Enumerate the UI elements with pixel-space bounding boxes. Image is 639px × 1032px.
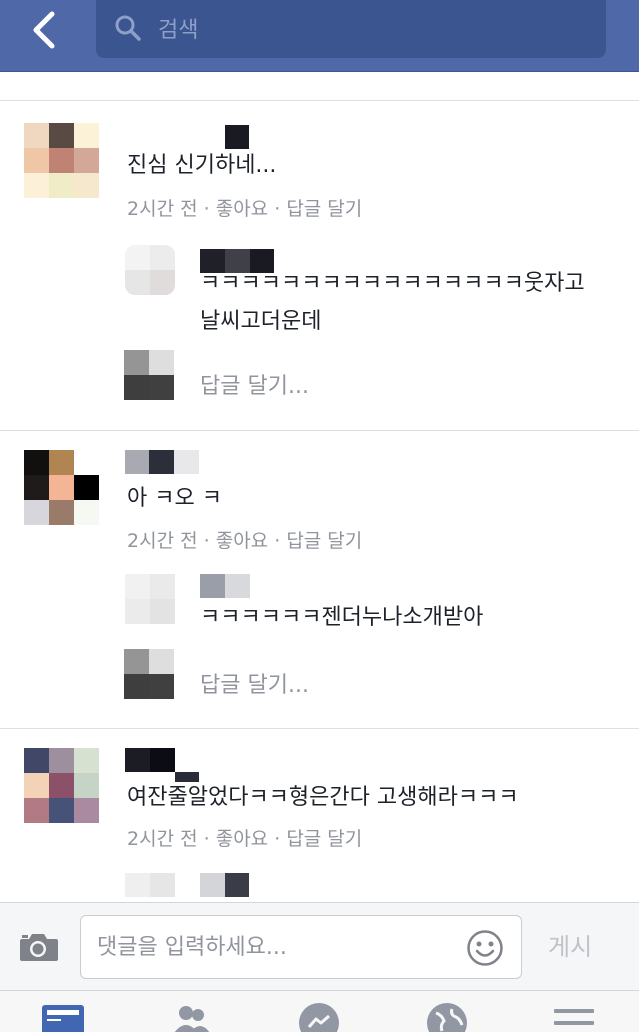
- divider: [0, 728, 639, 729]
- reply-author-blurred[interactable]: [200, 873, 249, 897]
- tab-news-feed[interactable]: [38, 1001, 88, 1032]
- comment-meta: 2시간 전 · 좋아요 · 답글 달기: [127, 824, 362, 851]
- author-name-blurred[interactable]: [127, 125, 249, 149]
- avatar[interactable]: [24, 123, 99, 198]
- tab-friends[interactable]: [166, 1001, 216, 1032]
- comment-meta: 2시간 전 · 좋아요 · 답글 달기: [127, 526, 362, 553]
- comment-text: 진심 신기하네...: [127, 153, 277, 178]
- meta-separator: ·: [274, 198, 287, 220]
- reply-avatar[interactable]: [125, 574, 175, 624]
- meta-separator: ·: [203, 198, 216, 220]
- comment-input[interactable]: [80, 915, 522, 979]
- my-avatar: [124, 350, 174, 400]
- meta-separator: ·: [203, 530, 216, 552]
- reply-link[interactable]: 답글 달기: [286, 198, 362, 220]
- comment-text: 아 ㅋ오 ㅋ: [127, 486, 222, 511]
- meta-separator: ·: [203, 828, 216, 850]
- reply-text: ㅋㅋㅋㅋㅋㅋ젠더누나소개받아: [200, 605, 484, 630]
- reply-text: ㅋㅋㅋㅋㅋㅋㅋㅋㅋㅋㅋㅋㅋㅋㅋㅋ웃자고: [200, 271, 585, 296]
- top-bar: 검색: [0, 0, 639, 72]
- messenger-icon: [299, 1003, 339, 1032]
- back-button[interactable]: [28, 8, 62, 52]
- tab-messenger[interactable]: [294, 1001, 344, 1032]
- comment-time: 2시간 전: [127, 530, 198, 552]
- globe-icon: [427, 1003, 467, 1032]
- camera-button[interactable]: [16, 929, 60, 965]
- avatar[interactable]: [24, 748, 99, 823]
- like-link[interactable]: 좋아요: [216, 828, 268, 850]
- reply-avatar[interactable]: [125, 873, 175, 897]
- reply-link[interactable]: 답글 달기: [286, 828, 362, 850]
- tab-bar: [0, 990, 639, 1032]
- divider: [0, 430, 639, 431]
- post-button[interactable]: 게시: [548, 927, 592, 962]
- menu-icon: [554, 1009, 594, 1025]
- like-link[interactable]: 좋아요: [216, 198, 268, 220]
- reply-author-blurred[interactable]: [200, 574, 250, 598]
- divider: [0, 100, 639, 101]
- reply-input[interactable]: 답글 달기...: [200, 368, 309, 400]
- comment-time: 2시간 전: [127, 828, 198, 850]
- search-icon: [115, 15, 141, 41]
- smiley-icon: [467, 930, 503, 966]
- author-name-blurred[interactable]: [125, 450, 199, 474]
- comment-meta: 2시간 전 · 좋아요 · 답글 달기: [127, 194, 362, 221]
- search-placeholder: 검색: [158, 18, 199, 43]
- meta-separator: ·: [274, 530, 287, 552]
- reply-link[interactable]: 답글 달기: [286, 530, 362, 552]
- reply-input[interactable]: 답글 달기...: [200, 667, 309, 699]
- camera-icon: [20, 934, 58, 961]
- reply-text: 날씨고더운데: [200, 309, 322, 334]
- like-link[interactable]: 좋아요: [216, 530, 268, 552]
- comment-text: 여잔줄알었다ㅋㅋ형은간다 고생해라ㅋㅋㅋ: [127, 785, 519, 810]
- author-name-blurred[interactable]: [125, 748, 199, 782]
- comment-composer: 게시: [0, 902, 639, 990]
- chevron-left-icon: [33, 11, 55, 49]
- reply-avatar[interactable]: [125, 245, 175, 295]
- news-feed-icon: [42, 1005, 84, 1032]
- meta-separator: ·: [274, 828, 287, 850]
- my-avatar: [124, 649, 174, 699]
- emoji-button[interactable]: [466, 929, 504, 967]
- tab-notifications-globe[interactable]: [422, 1001, 472, 1032]
- avatar[interactable]: [24, 450, 99, 525]
- comment-time: 2시간 전: [127, 198, 198, 220]
- friends-icon: [174, 1006, 210, 1032]
- tab-menu[interactable]: [550, 1001, 600, 1032]
- search-bar[interactable]: 검색: [96, 0, 606, 58]
